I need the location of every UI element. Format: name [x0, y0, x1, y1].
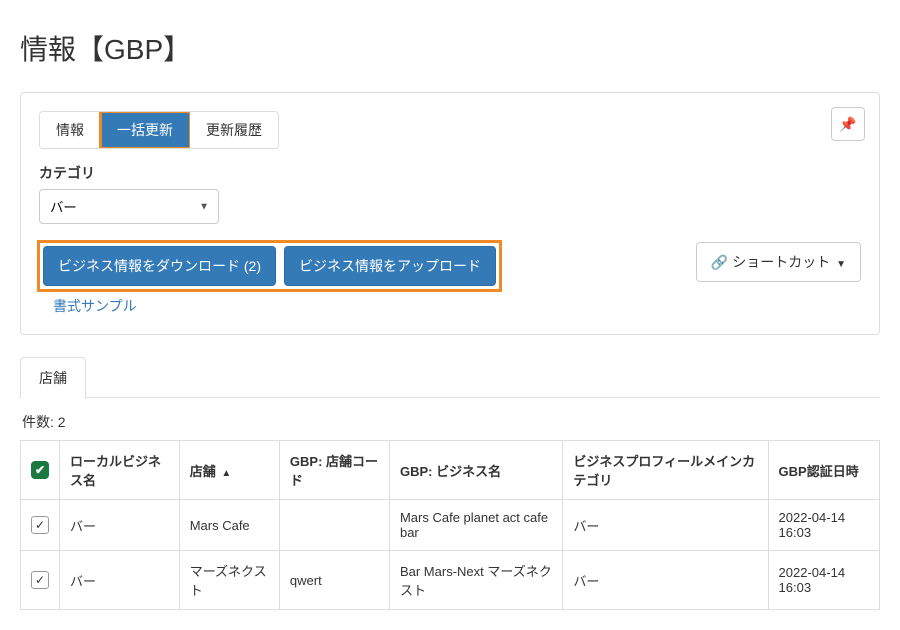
col-gbp-code[interactable]: GBP: 店舗コード: [279, 441, 389, 500]
page-title: 情報【GBP】: [20, 28, 880, 68]
cell-local-name: バー: [60, 500, 180, 551]
check-icon: ✓: [35, 518, 45, 532]
cell-gbp-name: Bar Mars-Next マーズネクスト: [389, 551, 562, 610]
table-header-row: ✔ ローカルビジネス名 店舗 ▲ GBP: 店舗コード GBP: ビジネス名 ビ…: [21, 441, 880, 500]
row-checkbox[interactable]: ✓: [31, 516, 49, 534]
left-actions: ビジネス情報をダウンロード (2) ビジネス情報をアップロード 書式サンプル: [39, 242, 500, 316]
result-tabs: 店舗: [20, 357, 880, 398]
select-all-checkbox[interactable]: ✔: [31, 461, 49, 479]
row-checkbox[interactable]: ✓: [31, 571, 49, 589]
select-all-header: ✔: [21, 441, 60, 500]
col-cert-date[interactable]: GBP認証日時: [768, 441, 879, 500]
category-select[interactable]: バー: [39, 189, 219, 224]
row-count: 件数: 2: [22, 412, 880, 432]
col-gbp-name[interactable]: GBP: ビジネス名: [389, 441, 562, 500]
upload-button[interactable]: ビジネス情報をアップロード: [284, 246, 496, 286]
cell-cert-date: 2022-04-14 16:03: [768, 500, 879, 551]
tab-history[interactable]: 更新履歴: [190, 112, 278, 148]
pin-button[interactable]: 📌: [831, 107, 865, 141]
download-button[interactable]: ビジネス情報をダウンロード (2): [43, 246, 276, 286]
cell-cert-date: 2022-04-14 16:03: [768, 551, 879, 610]
category-select-wrap: バー ▼: [39, 189, 219, 224]
cell-main-category: バー: [563, 551, 768, 610]
cell-main-category: バー: [563, 500, 768, 551]
link-icon: 🔗: [711, 254, 728, 270]
pin-icon: 📌: [839, 116, 856, 133]
tab-shop[interactable]: 店舗: [20, 357, 86, 398]
cell-gbp-code: qwert: [279, 551, 389, 610]
col-main-category[interactable]: ビジネスプロフィールメインカテゴリ: [563, 441, 768, 500]
col-shop-label: 店舗: [190, 464, 216, 479]
shortcut-label: ショートカット: [732, 254, 830, 270]
bulk-buttons: ビジネス情報をダウンロード (2) ビジネス情報をアップロード: [39, 242, 500, 290]
shortcut-button[interactable]: 🔗 ショートカット ▼: [696, 242, 861, 282]
table-row: ✓ バー マーズネクスト qwert Bar Mars-Next マーズネクスト…: [21, 551, 880, 610]
table-row: ✓ バー Mars Cafe Mars Cafe planet act cafe…: [21, 500, 880, 551]
settings-panel: 📌 情報 一括更新 更新履歴 カテゴリ バー ▼ ビジネス情報をダウンロード (…: [20, 92, 880, 335]
col-local-name[interactable]: ローカルビジネス名: [60, 441, 180, 500]
format-sample-link[interactable]: 書式サンプル: [53, 296, 137, 316]
sort-asc-icon: ▲: [221, 468, 231, 479]
chevron-down-icon: ▼: [836, 259, 846, 270]
cell-shop: Mars Cafe: [179, 500, 279, 551]
cell-local-name: バー: [60, 551, 180, 610]
results-table: ✔ ローカルビジネス名 店舗 ▲ GBP: 店舗コード GBP: ビジネス名 ビ…: [20, 440, 880, 610]
tab-bulk-update[interactable]: 一括更新: [101, 112, 190, 148]
check-icon: ✓: [35, 573, 45, 587]
mode-tabs: 情報 一括更新 更新履歴: [39, 111, 279, 149]
cell-gbp-name: Mars Cafe planet act cafe bar: [389, 500, 562, 551]
cell-gbp-code: [279, 500, 389, 551]
category-label: カテゴリ: [39, 163, 861, 183]
action-row: ビジネス情報をダウンロード (2) ビジネス情報をアップロード 書式サンプル 🔗…: [39, 242, 861, 316]
tab-info[interactable]: 情報: [40, 112, 101, 148]
col-shop[interactable]: 店舗 ▲: [179, 441, 279, 500]
cell-shop: マーズネクスト: [179, 551, 279, 610]
